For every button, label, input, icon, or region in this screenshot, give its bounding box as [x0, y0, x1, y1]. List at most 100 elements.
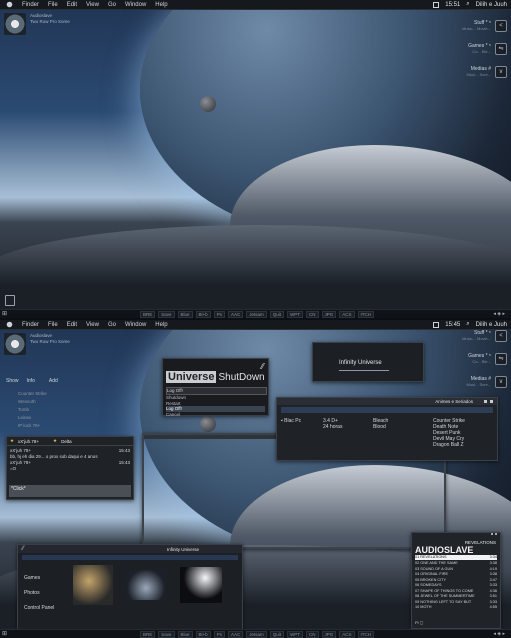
taskbar-item[interactable]: Ps: [213, 631, 225, 638]
contact-name[interactable]: xX'juh.78+: [18, 439, 39, 444]
status-icon[interactable]: [433, 1, 440, 8]
address-bar[interactable]: [22, 555, 238, 560]
back-icon[interactable]: ⁄⁄: [22, 546, 24, 552]
menu-window[interactable]: Window: [125, 322, 146, 328]
user-name[interactable]: Dilih e Juuh: [476, 322, 507, 328]
menu-finder[interactable]: Finder: [22, 322, 39, 328]
nav-control-panel[interactable]: Control Panel: [24, 601, 54, 616]
taskbar-item[interactable]: Quit: [269, 631, 284, 638]
nav-photos[interactable]: Photos: [24, 586, 54, 601]
taskbar-item[interactable]: BRE: [140, 631, 156, 638]
taskbar-item[interactable]: CN: [306, 311, 319, 318]
launcher-stuff[interactable]: Stuff * ⁵ Music... Movie... <: [462, 330, 507, 342]
launcher-games[interactable]: Games * ⁵ Co... Ble... ⇋: [468, 43, 507, 55]
back-icon[interactable]: <: [495, 330, 507, 342]
now-playing-widget[interactable]: Audioslave Two Row Pro Some: [4, 13, 70, 35]
taskbar-item[interactable]: WPT: [287, 631, 303, 638]
menu-file[interactable]: File: [48, 2, 58, 8]
minimize-icon[interactable]: [491, 533, 493, 535]
menu-go[interactable]: Go: [108, 2, 116, 8]
action-select[interactable]: Log Off!: [166, 387, 267, 395]
chevron-down-icon[interactable]: ∨: [495, 66, 507, 78]
taskbar-item[interactable]: JPG: [321, 311, 337, 318]
start-icon[interactable]: ⊞: [2, 310, 7, 318]
menu-view[interactable]: View: [86, 2, 99, 8]
taskbar-item[interactable]: ACS: [339, 311, 355, 318]
start-icon[interactable]: ⊞: [2, 630, 7, 638]
brand-label: Universe: [166, 371, 217, 383]
taskbar-item[interactable]: Save: [158, 631, 175, 638]
menu-edit[interactable]: Edit: [67, 2, 77, 8]
search-icon[interactable]: ⌕: [466, 1, 469, 8]
thumbnail[interactable]: [126, 570, 166, 600]
taskbar-item[interactable]: CN: [306, 631, 319, 638]
tab-show[interactable]: Show: [6, 378, 19, 384]
thumbnail[interactable]: [73, 565, 113, 605]
taskbar-item[interactable]: ACS: [339, 631, 355, 638]
menu-go[interactable]: Go: [108, 322, 116, 328]
launcher-medias[interactable]: Medias # Musi... Scre... ∨: [467, 376, 507, 388]
status-icon[interactable]: [433, 321, 440, 328]
taskbar-item[interactable]: BRE: [140, 311, 156, 318]
taskbar-item[interactable]: Blue: [177, 631, 193, 638]
playlist-icon[interactable]: Pl ▢: [415, 620, 423, 625]
taskbar-item[interactable]: Bl+b: [195, 631, 211, 638]
user-name[interactable]: Dilih e Juuh: [476, 2, 507, 8]
tab-info[interactable]: Info: [27, 378, 35, 384]
close-icon[interactable]: [495, 533, 497, 535]
menu-help[interactable]: Help: [155, 2, 167, 8]
menu-file[interactable]: File: [48, 322, 58, 328]
taskbar-item[interactable]: Bl+b: [195, 311, 211, 318]
track-row[interactable]: 10 MOTH 4:55: [415, 605, 497, 611]
apple-icon[interactable]: [6, 1, 13, 8]
taskbar-item[interactable]: AAC: [227, 631, 244, 638]
minimize-icon[interactable]: [484, 400, 487, 403]
launcher-medias[interactable]: Medias # Musi... Scre... ∨: [467, 66, 507, 78]
taskbar-item[interactable]: Jetsam: [246, 311, 267, 318]
link-item[interactable]: IP lock 78+: [18, 422, 66, 430]
tab-add[interactable]: Add: [49, 378, 58, 384]
menu-edit[interactable]: Edit: [67, 322, 77, 328]
folder-item[interactable]: 24 horas: [323, 424, 373, 430]
menu-help[interactable]: Help: [155, 322, 167, 328]
swap-icon[interactable]: ⇋: [495, 43, 507, 55]
chevron-down-icon[interactable]: ∨: [495, 376, 507, 388]
folder-item[interactable]: Dragon Ball Z: [433, 442, 465, 448]
menu-window[interactable]: Window: [125, 2, 146, 8]
link-item[interactable]: Wesnoth: [18, 398, 66, 406]
menu-view[interactable]: View: [86, 322, 99, 328]
search-icon[interactable]: ⌕: [466, 321, 469, 328]
menu-finder[interactable]: Finder: [22, 2, 39, 8]
back-icon[interactable]: <: [495, 20, 507, 32]
taskbar-item[interactable]: Ps: [213, 311, 225, 318]
taskbar-item[interactable]: ITCH: [357, 631, 375, 638]
chat-input[interactable]: *Click*: [9, 485, 131, 497]
link-item[interactable]: Counter Strike: [18, 390, 66, 398]
link-item[interactable]: Tomb: [18, 406, 66, 414]
taskbar-item[interactable]: ITCH: [357, 311, 375, 318]
taskbar-item[interactable]: Blue: [177, 311, 193, 318]
tray-icons[interactable]: ◂ ◈ ▸: [493, 310, 505, 318]
now-playing-row[interactable]: 01 REVELATIONS 3:34: [415, 555, 497, 560]
now-playing-widget[interactable]: Audioslave Two Row Pro Some: [4, 333, 70, 355]
taskbar-item[interactable]: JPG: [321, 631, 337, 638]
launcher-stuff[interactable]: Stuff * ⁵ Music... Movie... <: [462, 20, 507, 32]
apple-icon[interactable]: [6, 321, 13, 328]
recycle-icon[interactable]: [5, 295, 15, 306]
taskbar-item[interactable]: Jetsam: [246, 631, 267, 638]
swap-icon[interactable]: ⇋: [495, 353, 507, 365]
taskbar-item[interactable]: Quit: [269, 311, 284, 318]
nav-games[interactable]: Games: [24, 571, 54, 586]
thumbnail[interactable]: [180, 567, 222, 603]
tray-icons[interactable]: ◂ ◈ ▸: [493, 630, 505, 638]
launcher-games[interactable]: Games * ⁵ Co... Ble... ⇋: [468, 353, 507, 365]
taskbar-item[interactable]: Save: [158, 311, 175, 318]
taskbar-item[interactable]: AAC: [227, 311, 244, 318]
option-cancel[interactable]: Cancel: [166, 412, 265, 418]
contact-name[interactable]: Delta: [61, 439, 72, 444]
close-icon[interactable]: [490, 400, 493, 403]
folder-item[interactable]: Blood: [373, 424, 433, 430]
link-item[interactable]: Leinex: [18, 414, 66, 422]
right-launcher: Stuff * ⁵ Music... Movie... < Games * ⁵ Co…: [462, 330, 507, 388]
taskbar-item[interactable]: WPT: [287, 311, 303, 318]
